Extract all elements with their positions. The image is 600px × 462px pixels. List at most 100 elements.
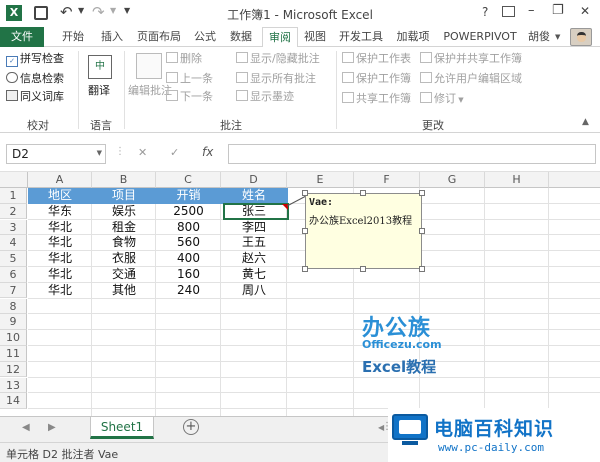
table-cell[interactable]: 交通 (92, 267, 156, 283)
table-cell[interactable]: 娱乐 (92, 204, 156, 220)
table-cell[interactable]: 华北 (28, 220, 92, 236)
help-button[interactable]: ? (482, 5, 488, 19)
table-cell[interactable]: 华北 (28, 267, 92, 283)
column-header-b[interactable]: B (92, 172, 156, 188)
table-cell[interactable]: 2500 (156, 204, 221, 220)
scroll-left-icon[interactable]: ◀ (22, 422, 30, 433)
row-header-2[interactable]: 2 (0, 203, 27, 220)
tab-page-layout[interactable]: 页面布局 (132, 27, 186, 47)
next-comment-button[interactable]: 下一条 (166, 89, 213, 105)
new-sheet-button[interactable]: + (183, 419, 199, 435)
table-cell[interactable]: 华东 (28, 204, 92, 220)
column-header-g[interactable]: G (420, 172, 485, 188)
row-header-6[interactable]: 6 (0, 267, 27, 283)
delete-comment-button[interactable]: 删除 (166, 51, 202, 67)
undo-icon[interactable]: ↶ (60, 3, 73, 21)
row-header-10[interactable]: 10 (0, 330, 27, 346)
table-cell[interactable]: 其他 (92, 283, 156, 299)
spell-check-button[interactable]: ✓ 拼写检查 (6, 51, 64, 67)
table-cell[interactable]: 租金 (92, 220, 156, 236)
show-hide-comment-button[interactable]: 显示/隐藏批注 (236, 51, 320, 67)
row-header-7[interactable]: 7 (0, 282, 27, 299)
row-header-8[interactable]: 8 (0, 298, 27, 315)
research-button[interactable]: 信息检索 (6, 71, 64, 87)
tab-formulas[interactable]: 公式 (188, 27, 222, 47)
resize-handle[interactable] (302, 266, 308, 272)
show-ink-button[interactable]: 显示墨迹 (236, 89, 294, 105)
resize-handle[interactable] (419, 190, 425, 196)
column-header-h[interactable]: H (485, 172, 549, 188)
resize-handle[interactable] (302, 228, 308, 234)
tab-review[interactable]: 审阅 (262, 27, 298, 48)
share-workbook-button[interactable]: 共享工作簿 (342, 91, 411, 107)
header-cell[interactable]: 项目 (92, 188, 156, 204)
collapse-ribbon-icon[interactable]: ▲ (582, 117, 589, 127)
translate-icon[interactable]: 中 (88, 55, 112, 79)
tab-file[interactable]: 文件 (0, 27, 44, 47)
user-dropdown-icon[interactable]: ▼ (555, 33, 560, 41)
table-cell[interactable]: 周八 (221, 283, 287, 299)
column-header-a[interactable]: A (28, 172, 92, 188)
row-header-5[interactable]: 5 (0, 251, 27, 267)
column-header-e[interactable]: E (287, 172, 354, 188)
comment-text[interactable]: 办公族Excel2013教程 (309, 212, 412, 227)
allow-edit-ranges-button[interactable]: 允许用户编辑区域 (420, 71, 522, 87)
insert-function-button[interactable]: fx (202, 145, 213, 159)
edit-comment-icon[interactable] (136, 53, 162, 79)
table-cell[interactable]: 王五 (221, 235, 287, 251)
redo-dropdown-icon[interactable]: ▼ (110, 6, 116, 15)
save-icon[interactable] (34, 6, 48, 20)
column-header-f[interactable]: F (354, 172, 420, 188)
user-avatar[interactable] (570, 28, 592, 46)
row-header-11[interactable]: 11 (0, 346, 27, 362)
table-cell[interactable]: 华北 (28, 283, 92, 299)
table-cell[interactable]: 560 (156, 235, 221, 251)
ribbon-display-icon[interactable] (502, 6, 515, 17)
formula-input[interactable] (228, 144, 596, 164)
name-box[interactable]: D2 ▼ (6, 144, 106, 164)
resize-handle[interactable] (360, 266, 366, 272)
comment-box[interactable]: Vae: 办公族Excel2013教程 (305, 193, 422, 269)
translate-button[interactable]: 翻译 (88, 83, 110, 99)
worksheet-grid[interactable]: ABCDEFGH 1 2 3 4 5 6 7 8 9 10 11 12 13 14 地区 项目 开销 姓名 华东娱… (0, 172, 600, 416)
row-header-9[interactable]: 9 (0, 314, 27, 331)
protect-sheet-button[interactable]: 保护工作表 (342, 51, 411, 67)
thesaurus-button[interactable]: 同义词库 (6, 89, 64, 105)
protect-share-button[interactable]: 保护并共享工作簿 (420, 51, 522, 67)
header-cell[interactable]: 开销 (156, 188, 221, 204)
table-cell[interactable]: 800 (156, 220, 221, 236)
table-cell[interactable]: 华北 (28, 251, 92, 267)
protect-workbook-button[interactable]: 保护工作簿 (342, 71, 411, 87)
formula-bar-handle-icon[interactable]: ⋮ (115, 146, 125, 157)
row-header-14[interactable]: 14 (0, 393, 27, 410)
table-cell[interactable]: 400 (156, 251, 221, 267)
tab-view[interactable]: 视图 (300, 27, 330, 47)
resize-handle[interactable] (302, 190, 308, 196)
row-header-1[interactable]: 1 (0, 188, 27, 204)
tab-data[interactable]: 数据 (224, 27, 258, 47)
row-header-13[interactable]: 13 (0, 377, 27, 394)
user-name[interactable]: 胡俊 (524, 27, 554, 47)
header-cell[interactable]: 姓名 (221, 188, 287, 204)
row-header-4[interactable]: 4 (0, 235, 27, 252)
close-button[interactable]: ✕ (580, 4, 590, 18)
sheet-tab-sheet1[interactable]: Sheet1 (90, 417, 154, 439)
resize-handle[interactable] (419, 228, 425, 234)
tab-insert[interactable]: 插入 (94, 27, 130, 47)
tab-addins[interactable]: 加载项 (392, 27, 434, 47)
qat-customize-icon[interactable]: ▼ (124, 6, 130, 15)
table-cell[interactable]: 华北 (28, 235, 92, 251)
restore-button[interactable]: ❐ (552, 3, 564, 18)
table-cell[interactable]: 李四 (221, 220, 287, 236)
resize-handle[interactable] (419, 266, 425, 272)
name-box-dropdown-icon[interactable]: ▼ (97, 149, 102, 157)
scroll-right-icon[interactable]: ▶ (48, 422, 56, 433)
show-all-comments-button[interactable]: 显示所有批注 (236, 71, 316, 87)
row-header-12[interactable]: 12 (0, 361, 27, 378)
table-cell[interactable]: 黄七 (221, 267, 287, 283)
table-cell[interactable]: 食物 (92, 235, 156, 251)
select-all-button[interactable] (0, 172, 28, 188)
undo-dropdown-icon[interactable]: ▼ (78, 6, 84, 15)
cancel-entry-button[interactable]: ✕ (138, 146, 147, 159)
table-cell[interactable]: 衣服 (92, 251, 156, 267)
